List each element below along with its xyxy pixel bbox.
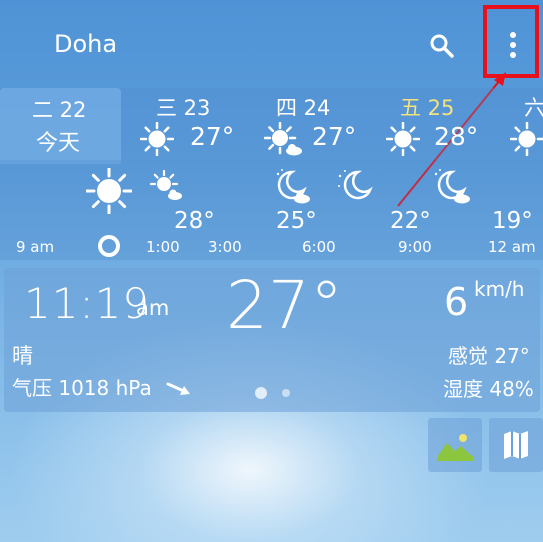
sun-cloud-icon bbox=[149, 169, 184, 206]
moon-cloud-icon bbox=[430, 168, 472, 208]
hourly-time: 9 am bbox=[16, 238, 55, 256]
page-indicator-dot[interactable] bbox=[255, 387, 267, 399]
day-name: 今天 bbox=[36, 131, 81, 156]
landscape-button[interactable] bbox=[428, 418, 482, 472]
day-date: 六 bbox=[524, 96, 543, 120]
sun-icon bbox=[385, 121, 421, 160]
current-time-marker bbox=[98, 235, 120, 257]
current-temperature: 27° bbox=[226, 267, 343, 344]
day-date: 二 22 bbox=[32, 98, 87, 122]
day-item[interactable]: 六 bbox=[506, 88, 543, 160]
hourly-time: 1:00 bbox=[146, 238, 180, 256]
moon-icon bbox=[334, 168, 374, 208]
hourly-time: 6:00 bbox=[302, 238, 336, 256]
humidity: 湿度 48% bbox=[443, 377, 534, 401]
pressure-arrow-icon bbox=[166, 380, 192, 402]
feels-like: 感觉 27° bbox=[448, 344, 530, 368]
day-item[interactable]: 三 23 27° bbox=[122, 88, 252, 160]
hourly-temp: 28° bbox=[174, 208, 215, 234]
wind-speed: 6 bbox=[444, 280, 469, 324]
hourly-temp: 22° bbox=[390, 208, 431, 234]
pressure: 气压 1018 hPa bbox=[12, 376, 152, 400]
day-date: 三 23 bbox=[156, 96, 211, 120]
sun-icon bbox=[139, 121, 175, 160]
day-date: 五 25 bbox=[400, 96, 455, 120]
day-temp: 27° bbox=[190, 122, 235, 151]
wind-unit: km/h bbox=[474, 277, 525, 301]
day-date: 四 24 bbox=[276, 96, 331, 120]
page-indicator-dot[interactable] bbox=[282, 389, 290, 397]
hourly-temp: 19° bbox=[492, 208, 533, 234]
map-button[interactable] bbox=[489, 418, 543, 472]
day-temp: 27° bbox=[312, 122, 357, 151]
map-icon bbox=[502, 430, 530, 464]
day-temp: 28° bbox=[434, 122, 479, 151]
current-time: 11:19 bbox=[24, 279, 151, 328]
hourly-time: 3:00 bbox=[208, 238, 242, 256]
sun-icon bbox=[85, 167, 133, 218]
day-today[interactable]: 二 22 今天 bbox=[0, 88, 121, 164]
sun-icon bbox=[509, 121, 543, 160]
moon-cloud-icon bbox=[272, 168, 312, 208]
day-item[interactable]: 五 25 28° bbox=[382, 88, 512, 160]
current-ampm: am bbox=[136, 296, 170, 320]
weather-condition: 晴 bbox=[12, 344, 33, 368]
hourly-time: 9:00 bbox=[398, 238, 432, 256]
hourly-time: 12 am bbox=[488, 238, 536, 256]
day-item[interactable]: 四 24 27° bbox=[252, 88, 382, 160]
hourly-temp: 25° bbox=[276, 208, 317, 234]
landscape-icon bbox=[437, 429, 473, 465]
sun-cloud-icon bbox=[263, 121, 304, 162]
